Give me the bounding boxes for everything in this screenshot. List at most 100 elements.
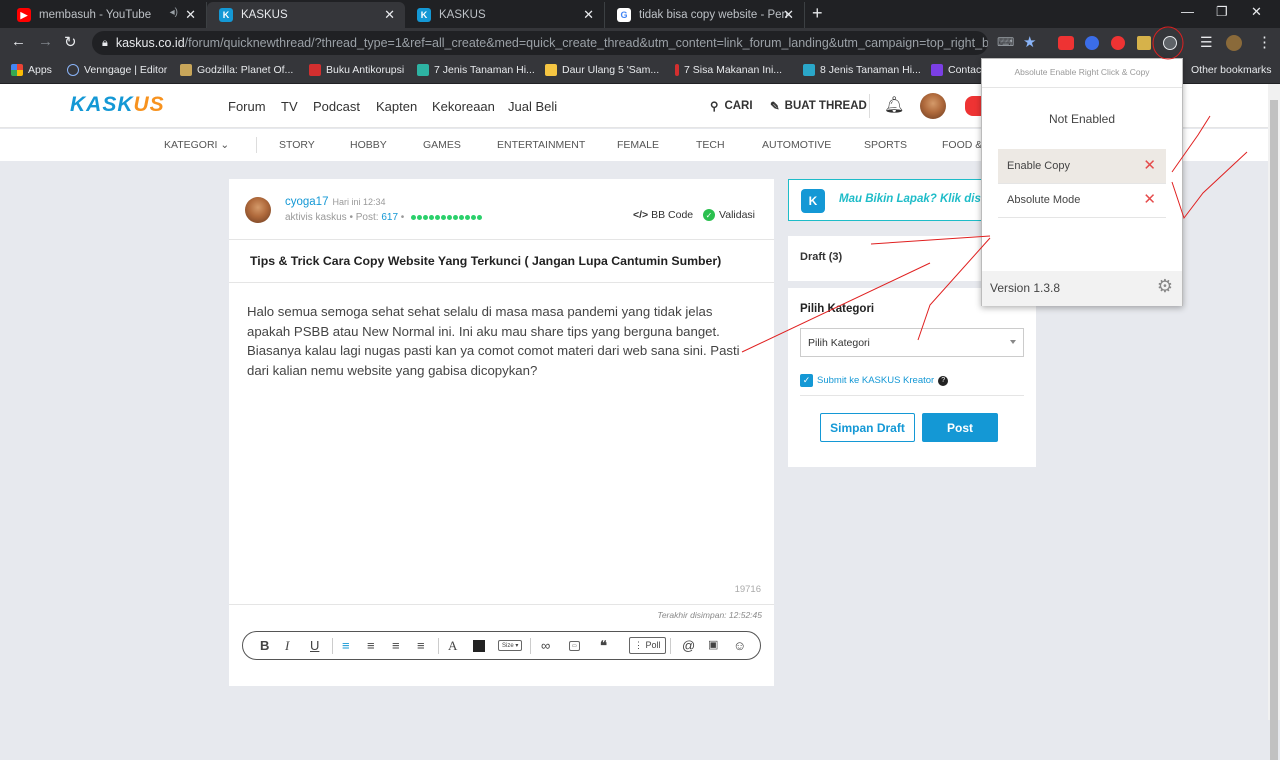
poll-button[interactable]: ⋮ Poll	[629, 637, 666, 654]
bookmark-item[interactable]: Godzilla: Planet Of...	[180, 64, 293, 76]
category-tech[interactable]: TECH	[696, 139, 725, 151]
link-icon[interactable]: ∞	[541, 638, 550, 653]
page-scrollbar[interactable]	[1268, 84, 1280, 760]
mention-icon[interactable]: @	[682, 638, 695, 653]
audio-icon[interactable]: ◂)	[170, 7, 178, 18]
url-path: /forum/quicknewthread/?thread_type=1&ref…	[184, 36, 988, 50]
close-icon[interactable]: ✕	[185, 7, 196, 23]
absolute-mode-toggle[interactable]: Absolute Mode ✕	[998, 183, 1166, 217]
kaskus-logo[interactable]: KASKUS	[70, 93, 165, 117]
bold-icon[interactable]: B	[260, 638, 269, 653]
yab-extension-icon[interactable]	[1058, 36, 1074, 50]
bookmark-item[interactable]: 8 Jenis Tanaman Hi...	[803, 64, 921, 76]
divider	[800, 395, 1024, 396]
back-icon[interactable]: ←	[11, 33, 26, 50]
bell-icon[interactable]: 🔔︎	[884, 95, 904, 115]
close-icon[interactable]: ✕	[783, 7, 794, 23]
quote-icon[interactable]: ❝	[600, 638, 607, 654]
nav-tv[interactable]: TV	[281, 99, 298, 114]
nav-jual-beli[interactable]: Jual Beli	[508, 99, 557, 114]
author-username[interactable]: cyoga17	[285, 196, 328, 208]
address-bar[interactable]: 🔒︎ kaskus.co.id/forum/quicknewthread/?th…	[92, 31, 988, 55]
font-icon[interactable]: A	[448, 638, 457, 654]
headset-icon[interactable]	[965, 96, 981, 116]
submit-kreator-checkbox[interactable]: ✓ Submit ke KASKUS Kreator?	[800, 374, 949, 387]
bbcode-toggle[interactable]: </> BB Code	[633, 209, 693, 221]
bookmark-item[interactable]: Contac	[931, 64, 981, 76]
text-color-icon[interactable]	[473, 640, 485, 652]
cross-icon[interactable]: ✕	[1143, 156, 1156, 174]
underline-icon[interactable]: U	[310, 638, 319, 653]
tab-google[interactable]: G tidak bisa copy website - Penelus ✕	[605, 2, 805, 28]
translate-icon[interactable]: ⌨	[997, 35, 1014, 49]
scrollbar-thumb[interactable]	[1270, 100, 1278, 760]
minimize-icon[interactable]: —	[1181, 4, 1194, 19]
site-icon	[675, 64, 679, 76]
tab-youtube[interactable]: ▶ membasuh - YouTube ◂) ✕	[5, 2, 207, 28]
category-story[interactable]: STORY	[279, 139, 315, 151]
italic-icon[interactable]: I	[285, 638, 289, 654]
thread-title-input[interactable]: Tips & Trick Cara Copy Website Yang Terk…	[250, 254, 721, 268]
align-left-icon[interactable]: ≡	[342, 638, 350, 653]
category-select[interactable]: Pilih Kategori	[800, 328, 1024, 357]
post-button[interactable]: Post	[922, 413, 998, 442]
bookmark-item[interactable]: Daur Ulang 5 'Sam...	[545, 64, 659, 76]
extension-yellow-icon[interactable]	[1137, 36, 1151, 50]
align-center-icon[interactable]: ≡	[367, 638, 375, 653]
media-control-icon[interactable]: ☰	[1200, 34, 1213, 51]
bookmark-item[interactable]: Venngage | Editor	[67, 64, 167, 76]
align-right-icon[interactable]: ≡	[392, 638, 400, 653]
nav-podcast[interactable]: Podcast	[313, 99, 360, 114]
extension-blue-icon[interactable]	[1085, 36, 1099, 50]
user-avatar[interactable]	[920, 93, 946, 119]
new-tab-icon[interactable]: +	[812, 3, 823, 24]
cross-icon[interactable]: ✕	[1143, 190, 1156, 208]
category-hobby[interactable]: HOBBY	[350, 139, 387, 151]
spoiler-icon[interactable]: ▭	[569, 641, 580, 651]
nav-kapten[interactable]: Kapten	[376, 99, 417, 114]
thread-body-textarea[interactable]: Halo semua semoga sehat sehat selalu di …	[247, 302, 747, 380]
bookmark-item[interactable]: 7 Sisa Makanan Ini...	[675, 64, 782, 76]
bookmark-item[interactable]: 7 Jenis Tanaman Hi...	[417, 64, 535, 76]
close-icon[interactable]: ✕	[384, 7, 395, 23]
promo-text: Mau Bikin Lapak? Klik disini	[839, 193, 995, 205]
search-button[interactable]: ⚲ CARI	[710, 99, 753, 113]
tab-kaskus[interactable]: K KASKUS ✕	[405, 2, 605, 28]
category-entertainment[interactable]: ENTERTAINMENT	[497, 139, 585, 151]
bookmark-item[interactable]: Buku Antikorupsi	[309, 64, 404, 76]
kategori-dropdown[interactable]: KATEGORI ⌄	[164, 139, 229, 151]
font-size-dropdown[interactable]: Size ▾	[498, 640, 523, 651]
reload-icon[interactable]: ↻	[64, 33, 77, 51]
search-label: CARI	[724, 100, 753, 112]
maximize-icon[interactable]: ❐	[1216, 4, 1228, 20]
gear-icon[interactable]: ⚙	[1157, 276, 1173, 297]
popup-footer: Version 1.3.8 ⚙	[982, 271, 1182, 306]
nav-kekoreaan[interactable]: Kekoreaan	[432, 99, 495, 114]
absolute-enable-extension-icon[interactable]	[1163, 36, 1177, 50]
close-icon[interactable]: ✕	[583, 7, 594, 23]
validasi-button[interactable]: ✓ Validasi	[703, 209, 755, 221]
category-games[interactable]: GAMES	[423, 139, 461, 151]
create-thread-button[interactable]: ✎ BUAT THREAD	[770, 99, 867, 113]
emoji-icon[interactable]: ☺	[733, 638, 746, 653]
enable-copy-toggle[interactable]: Enable Copy ✕	[998, 149, 1166, 183]
extension-red-icon[interactable]	[1111, 36, 1125, 50]
bookmark-star-icon[interactable]: ★	[1023, 33, 1036, 51]
align-justify-icon[interactable]: ≡	[417, 638, 425, 653]
category-female[interactable]: FEMALE	[617, 139, 659, 151]
other-bookmarks[interactable]: Other bookmarks	[1191, 64, 1272, 76]
bookmark-apps[interactable]: Apps	[11, 64, 52, 76]
category-automotive[interactable]: AUTOMOTIVE	[762, 139, 831, 151]
category-sports[interactable]: SPORTS	[864, 139, 907, 151]
save-draft-button[interactable]: Simpan Draft	[820, 413, 915, 442]
profile-avatar[interactable]	[1226, 35, 1242, 51]
nav-forum[interactable]: Forum	[228, 99, 266, 114]
forward-icon[interactable]: →	[38, 33, 53, 50]
tab-kaskus-active[interactable]: K KASKUS ✕	[207, 2, 405, 28]
menu-kebab-icon[interactable]: ⋮	[1257, 33, 1272, 51]
window-close-icon[interactable]: ✕	[1251, 4, 1262, 20]
help-icon[interactable]: ?	[938, 375, 949, 386]
kaskus-icon: K	[801, 189, 825, 213]
image-icon[interactable]: ▣	[708, 638, 718, 651]
checkbox-checked-icon[interactable]: ✓	[800, 374, 813, 387]
